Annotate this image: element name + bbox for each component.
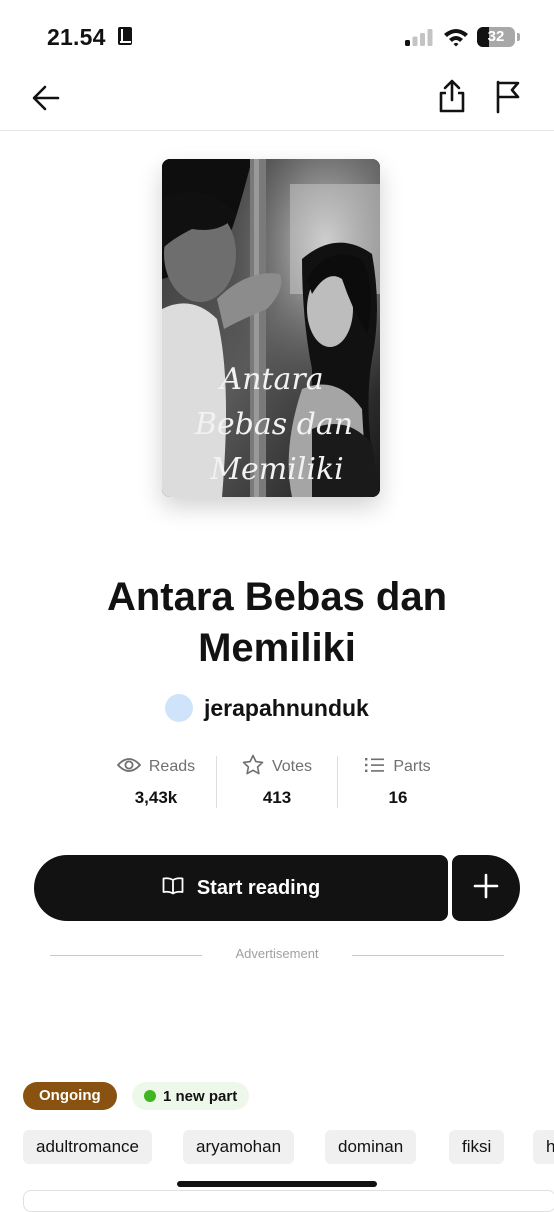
stat-parts: Parts 16: [338, 754, 458, 810]
report-button[interactable]: [488, 78, 528, 118]
share-icon: [436, 78, 468, 119]
new-part-label: 1 new part: [163, 1087, 238, 1105]
author-avatar: [165, 694, 193, 722]
start-reading-button[interactable]: Start reading: [34, 855, 448, 921]
cellular-signal-icon: [405, 29, 433, 46]
new-indicator-dot: [144, 1090, 156, 1102]
tag-chip[interactable]: fiksi: [449, 1130, 505, 1164]
stat-parts-label: Parts: [393, 758, 431, 775]
stat-votes-value: 413: [262, 788, 292, 807]
battery-cap: [517, 33, 520, 41]
cover-title-line-2: Bebas dan: [194, 407, 353, 442]
stat-reads: Reads 3,43k: [96, 754, 216, 810]
tag-chip[interactable]: adultromance: [23, 1130, 153, 1164]
cover-title-line-3: Memiliki: [209, 452, 343, 487]
list-icon: [365, 757, 385, 778]
story-title: Antara Bebas dan Memiliki: [106, 575, 448, 670]
advertisement-divider: Advertisement: [50, 944, 504, 966]
advertisement-label: Advertisement: [235, 946, 319, 961]
share-button[interactable]: [432, 78, 472, 118]
add-to-library-button[interactable]: [452, 855, 520, 921]
star-icon: [242, 754, 264, 781]
new-part-badge: 1 new part: [132, 1082, 250, 1110]
open-book-icon: [162, 876, 184, 900]
story-stats: Reads 3,43k Votes 413 Parts 16: [96, 754, 458, 810]
tag-chip[interactable]: aryamohan: [183, 1130, 295, 1164]
battery-indicator: 32: [477, 27, 515, 47]
arrow-left-icon: [30, 82, 62, 119]
tag-list: adultromance aryamohan dominan fiksi h: [23, 1130, 554, 1164]
top-nav-bar: [0, 70, 554, 131]
author-link[interactable]: jerapahnunduk: [165, 693, 369, 723]
cover-image: Antara Bebas dan Memiliki: [162, 159, 380, 497]
eye-icon: [116, 756, 142, 779]
status-bar: 21.54 32: [0, 0, 554, 70]
home-indicator: [177, 1181, 377, 1187]
plus-icon: [473, 873, 499, 904]
tag-chip[interactable]: h: [533, 1130, 554, 1164]
start-reading-label: Start reading: [196, 876, 321, 899]
book-icon: [116, 26, 134, 46]
tag-chip[interactable]: dominan: [325, 1130, 417, 1164]
stat-reads-label: Reads: [148, 758, 196, 775]
cover-title-line-1: Antara: [217, 362, 323, 397]
divider-line: [352, 955, 504, 956]
stat-parts-value: 16: [388, 788, 408, 807]
stat-reads-value: 3,43k: [134, 788, 178, 807]
status-time: 21.54: [47, 24, 106, 50]
story-cover[interactable]: Antara Bebas dan Memiliki: [162, 159, 380, 497]
stat-votes-label: Votes: [271, 758, 313, 775]
bottom-card: [23, 1190, 554, 1212]
author-name: jerapahnunduk: [204, 694, 369, 721]
back-button[interactable]: [26, 80, 66, 120]
ongoing-badge: Ongoing: [23, 1082, 117, 1110]
wifi-icon: [443, 27, 469, 47]
flag-icon: [492, 78, 524, 119]
battery-level: 32: [487, 28, 505, 45]
stat-votes: Votes 413: [217, 754, 337, 810]
